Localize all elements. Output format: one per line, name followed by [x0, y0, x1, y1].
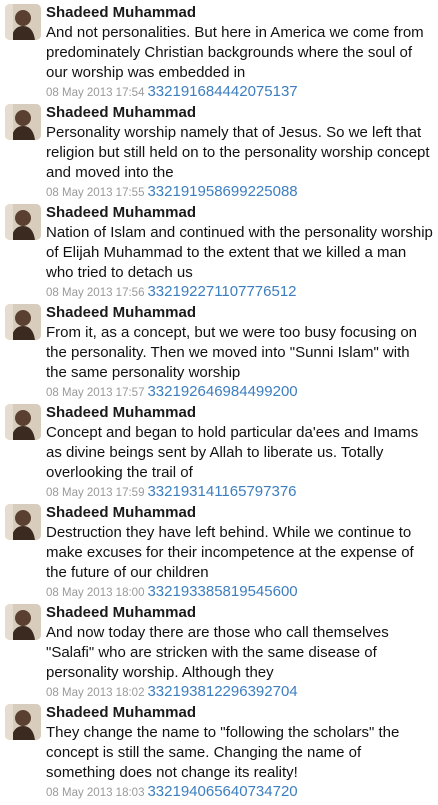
tweet-meta: 08 May 2013 18:03 332194065640734720: [46, 783, 434, 802]
tweet-content: Shadeed Muhammad They change the name to…: [46, 703, 434, 802]
tweet-id-link[interactable]: 332191958699225088: [147, 183, 297, 200]
author-name[interactable]: Shadeed Muhammad: [46, 303, 434, 323]
tweet-id-link[interactable]: 332194065640734720: [147, 783, 297, 800]
tweet-text: Personality worship namely that of Jesus…: [46, 124, 430, 181]
avatar[interactable]: [5, 204, 41, 240]
tweet-feed: Shadeed Muhammad And not personalities. …: [0, 0, 438, 800]
tweet-id-link[interactable]: 332192646984499200: [147, 383, 297, 400]
avatar[interactable]: [5, 104, 41, 140]
avatar[interactable]: [5, 704, 41, 740]
tweet-item: Shadeed Muhammad From it, as a concept, …: [0, 300, 438, 400]
tweet-item: Shadeed Muhammad Personality worship nam…: [0, 100, 438, 200]
tweet-date: 08 May 2013 17:55: [46, 187, 145, 199]
tweet-text: Nation of Islam and continued with the p…: [46, 224, 433, 281]
tweet-content: Shadeed Muhammad Concept and began to ho…: [46, 403, 434, 502]
author-name[interactable]: Shadeed Muhammad: [46, 103, 434, 123]
tweet-id-link[interactable]: 332193385819545600: [147, 583, 297, 600]
tweet-date: 08 May 2013 17:54: [46, 87, 145, 99]
tweet-content: Shadeed Muhammad Personality worship nam…: [46, 103, 434, 202]
tweet-date: 08 May 2013 17:56: [46, 287, 145, 299]
tweet-date: 08 May 2013 18:03: [46, 787, 145, 799]
tweet-content: Shadeed Muhammad Nation of Islam and con…: [46, 203, 434, 302]
author-name[interactable]: Shadeed Muhammad: [46, 403, 434, 423]
tweet-text: They change the name to "following the s…: [46, 724, 400, 781]
tweet-item: Shadeed Muhammad And not personalities. …: [0, 0, 438, 100]
avatar[interactable]: [5, 404, 41, 440]
author-name[interactable]: Shadeed Muhammad: [46, 503, 434, 523]
tweet-content: Shadeed Muhammad Destruction they have l…: [46, 503, 434, 602]
tweet-content: Shadeed Muhammad From it, as a concept, …: [46, 303, 434, 402]
tweet-text: From it, as a concept, but we were too b…: [46, 324, 418, 381]
author-name[interactable]: Shadeed Muhammad: [46, 3, 434, 23]
tweet-id-link[interactable]: 332192271107776512: [147, 283, 296, 300]
tweet-item: Shadeed Muhammad Nation of Islam and con…: [0, 200, 438, 300]
tweet-item: Shadeed Muhammad Concept and began to ho…: [0, 400, 438, 500]
tweet-date: 08 May 2013 18:00: [46, 587, 145, 599]
avatar[interactable]: [5, 304, 41, 340]
tweet-text: And now today there are those who call t…: [46, 624, 389, 681]
tweet-item: Shadeed Muhammad They change the name to…: [0, 700, 438, 800]
author-name[interactable]: Shadeed Muhammad: [46, 603, 434, 623]
tweet-item: Shadeed Muhammad And now today there are…: [0, 600, 438, 700]
avatar[interactable]: [5, 4, 41, 40]
tweet-id-link[interactable]: 332193141165797376: [147, 483, 296, 500]
tweet-text: And not personalities. But here in Ameri…: [46, 24, 424, 81]
tweet-content: Shadeed Muhammad And not personalities. …: [46, 3, 434, 102]
tweet-date: 08 May 2013 17:57: [46, 387, 145, 399]
tweet-id-link[interactable]: 332191684442075137: [147, 83, 297, 100]
avatar[interactable]: [5, 504, 41, 540]
tweet-item: Shadeed Muhammad Destruction they have l…: [0, 500, 438, 600]
tweet-date: 08 May 2013 17:59: [46, 487, 145, 499]
author-name[interactable]: Shadeed Muhammad: [46, 703, 434, 723]
tweet-text: Concept and began to hold particular da'…: [46, 424, 419, 481]
avatar[interactable]: [5, 604, 41, 640]
author-name[interactable]: Shadeed Muhammad: [46, 203, 434, 223]
tweet-text: Destruction they have left behind. While…: [46, 524, 414, 581]
tweet-content: Shadeed Muhammad And now today there are…: [46, 603, 434, 702]
tweet-date: 08 May 2013 18:02: [46, 687, 145, 699]
tweet-id-link[interactable]: 332193812296392704: [147, 683, 297, 700]
